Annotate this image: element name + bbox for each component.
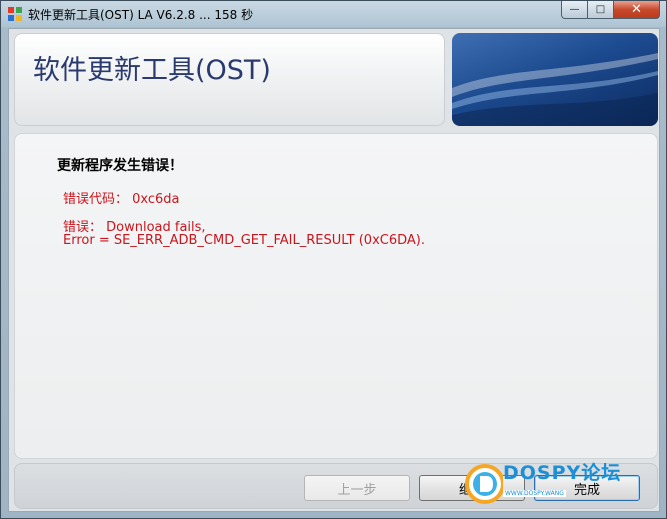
- app-icon: [8, 7, 22, 21]
- back-button[interactable]: 上一步: [304, 475, 410, 501]
- dospy-url-text: WWW.DOSPY.WANG: [503, 490, 566, 497]
- window-title: 软件更新工具(OST) LA V6.2.8 ... 158 秒: [28, 8, 254, 22]
- application-window: 软件更新工具(OST) LA V6.2.8 ... 158 秒 — □ ✕ 软件…: [0, 0, 667, 519]
- close-icon: ✕: [631, 2, 642, 17]
- window-controls: — □ ✕: [561, 1, 660, 19]
- header-panel: 软件更新工具(OST): [14, 33, 445, 126]
- page-title: 软件更新工具(OST): [33, 55, 271, 86]
- minimize-button[interactable]: —: [561, 1, 588, 19]
- error-panel: 更新程序发生错误！ 错误代码： 0xc6da 错误： Download fail…: [14, 133, 658, 459]
- dospy-logo-icon: [465, 464, 505, 504]
- maximize-button[interactable]: □: [588, 1, 614, 19]
- maximize-icon: □: [595, 4, 606, 15]
- header-banner-image: [452, 33, 658, 126]
- back-button-label: 上一步: [337, 482, 377, 498]
- dospy-watermark: DOSPY论坛 WWW.DOSPY.WANG: [463, 454, 663, 514]
- error-heading: 更新程序发生错误！: [57, 158, 183, 174]
- close-button[interactable]: ✕: [614, 1, 660, 19]
- error-code-text: 错误代码： 0xc6da: [63, 192, 180, 207]
- error-message-line-2: Error = SE_ERR_ADB_CMD_GET_FAIL_RESULT (…: [63, 233, 426, 248]
- title-bar[interactable]: 软件更新工具(OST) LA V6.2.8 ... 158 秒 — □ ✕: [1, 1, 666, 27]
- dospy-brand-text: DOSPY论坛: [503, 462, 622, 484]
- banner-wave-graphic: [452, 53, 658, 126]
- minimize-icon: —: [569, 4, 580, 15]
- client-area: 软件更新工具(OST) 更新程序发生错误！ 错误代码： 0xc6da 错误： D…: [8, 28, 660, 512]
